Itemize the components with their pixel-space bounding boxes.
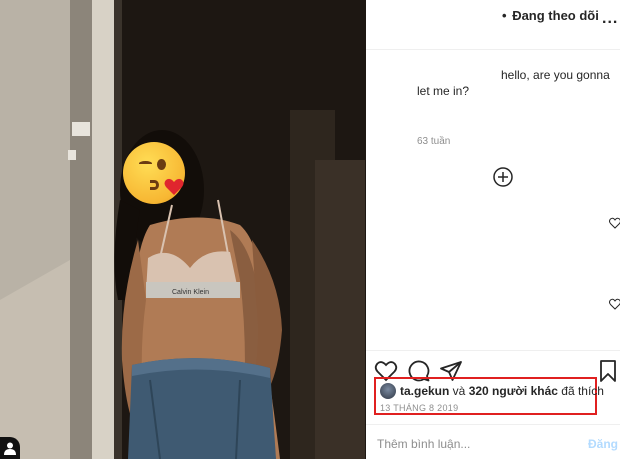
comment-timestamp[interactable]: 63 tuần [417,136,450,147]
liker-username[interactable]: ta.gekun [400,384,449,398]
post-sidebar: • Đang theo dõi ... hello, are you gonna… [366,0,620,459]
more-options-icon[interactable]: ... [602,10,618,28]
post-comment-button[interactable]: Đăng [588,437,618,451]
liker-avatar[interactable] [380,383,396,399]
comment-input[interactable] [377,435,567,453]
likes-others-count[interactable]: 320 người khác [469,384,558,398]
likes-suffix: đã thích [557,384,604,398]
svg-text:Calvin Klein: Calvin Klein [172,289,209,296]
post-photo[interactable]: Calvin Klein [0,0,366,459]
post-header: • Đang theo dõi ... [366,0,620,50]
comment-like-heart-icon[interactable] [609,217,620,229]
comment-text-line-2: let me in? [417,84,470,98]
plus-circle-icon[interactable] [492,166,514,188]
following-status[interactable]: • Đang theo dõi [502,8,599,23]
likes-connector: và [449,384,469,398]
comment-text-line-1: hello, are you gonna [501,68,610,82]
photo-scene: Calvin Klein [0,0,366,459]
comment-like-heart-icon[interactable] [609,298,620,310]
following-label: Đang theo dõi [512,8,599,23]
post-date[interactable]: 13 THÁNG 8 2019 [380,403,458,413]
profile-corner-button[interactable] [0,437,20,459]
heart-emoji-icon [164,178,184,195]
post-actions [366,350,620,383]
kissing-face-emoji [123,142,185,204]
likes-summary: ta.gekun và 320 người khác đã thích 13 T… [374,377,604,415]
likes-line[interactable]: ta.gekun và 320 người khác đã thích [400,384,604,398]
follow-dot: • [502,8,507,23]
bookmark-icon[interactable] [596,359,620,383]
person-icon [4,442,16,455]
add-comment-bar: Đăng [366,424,620,459]
